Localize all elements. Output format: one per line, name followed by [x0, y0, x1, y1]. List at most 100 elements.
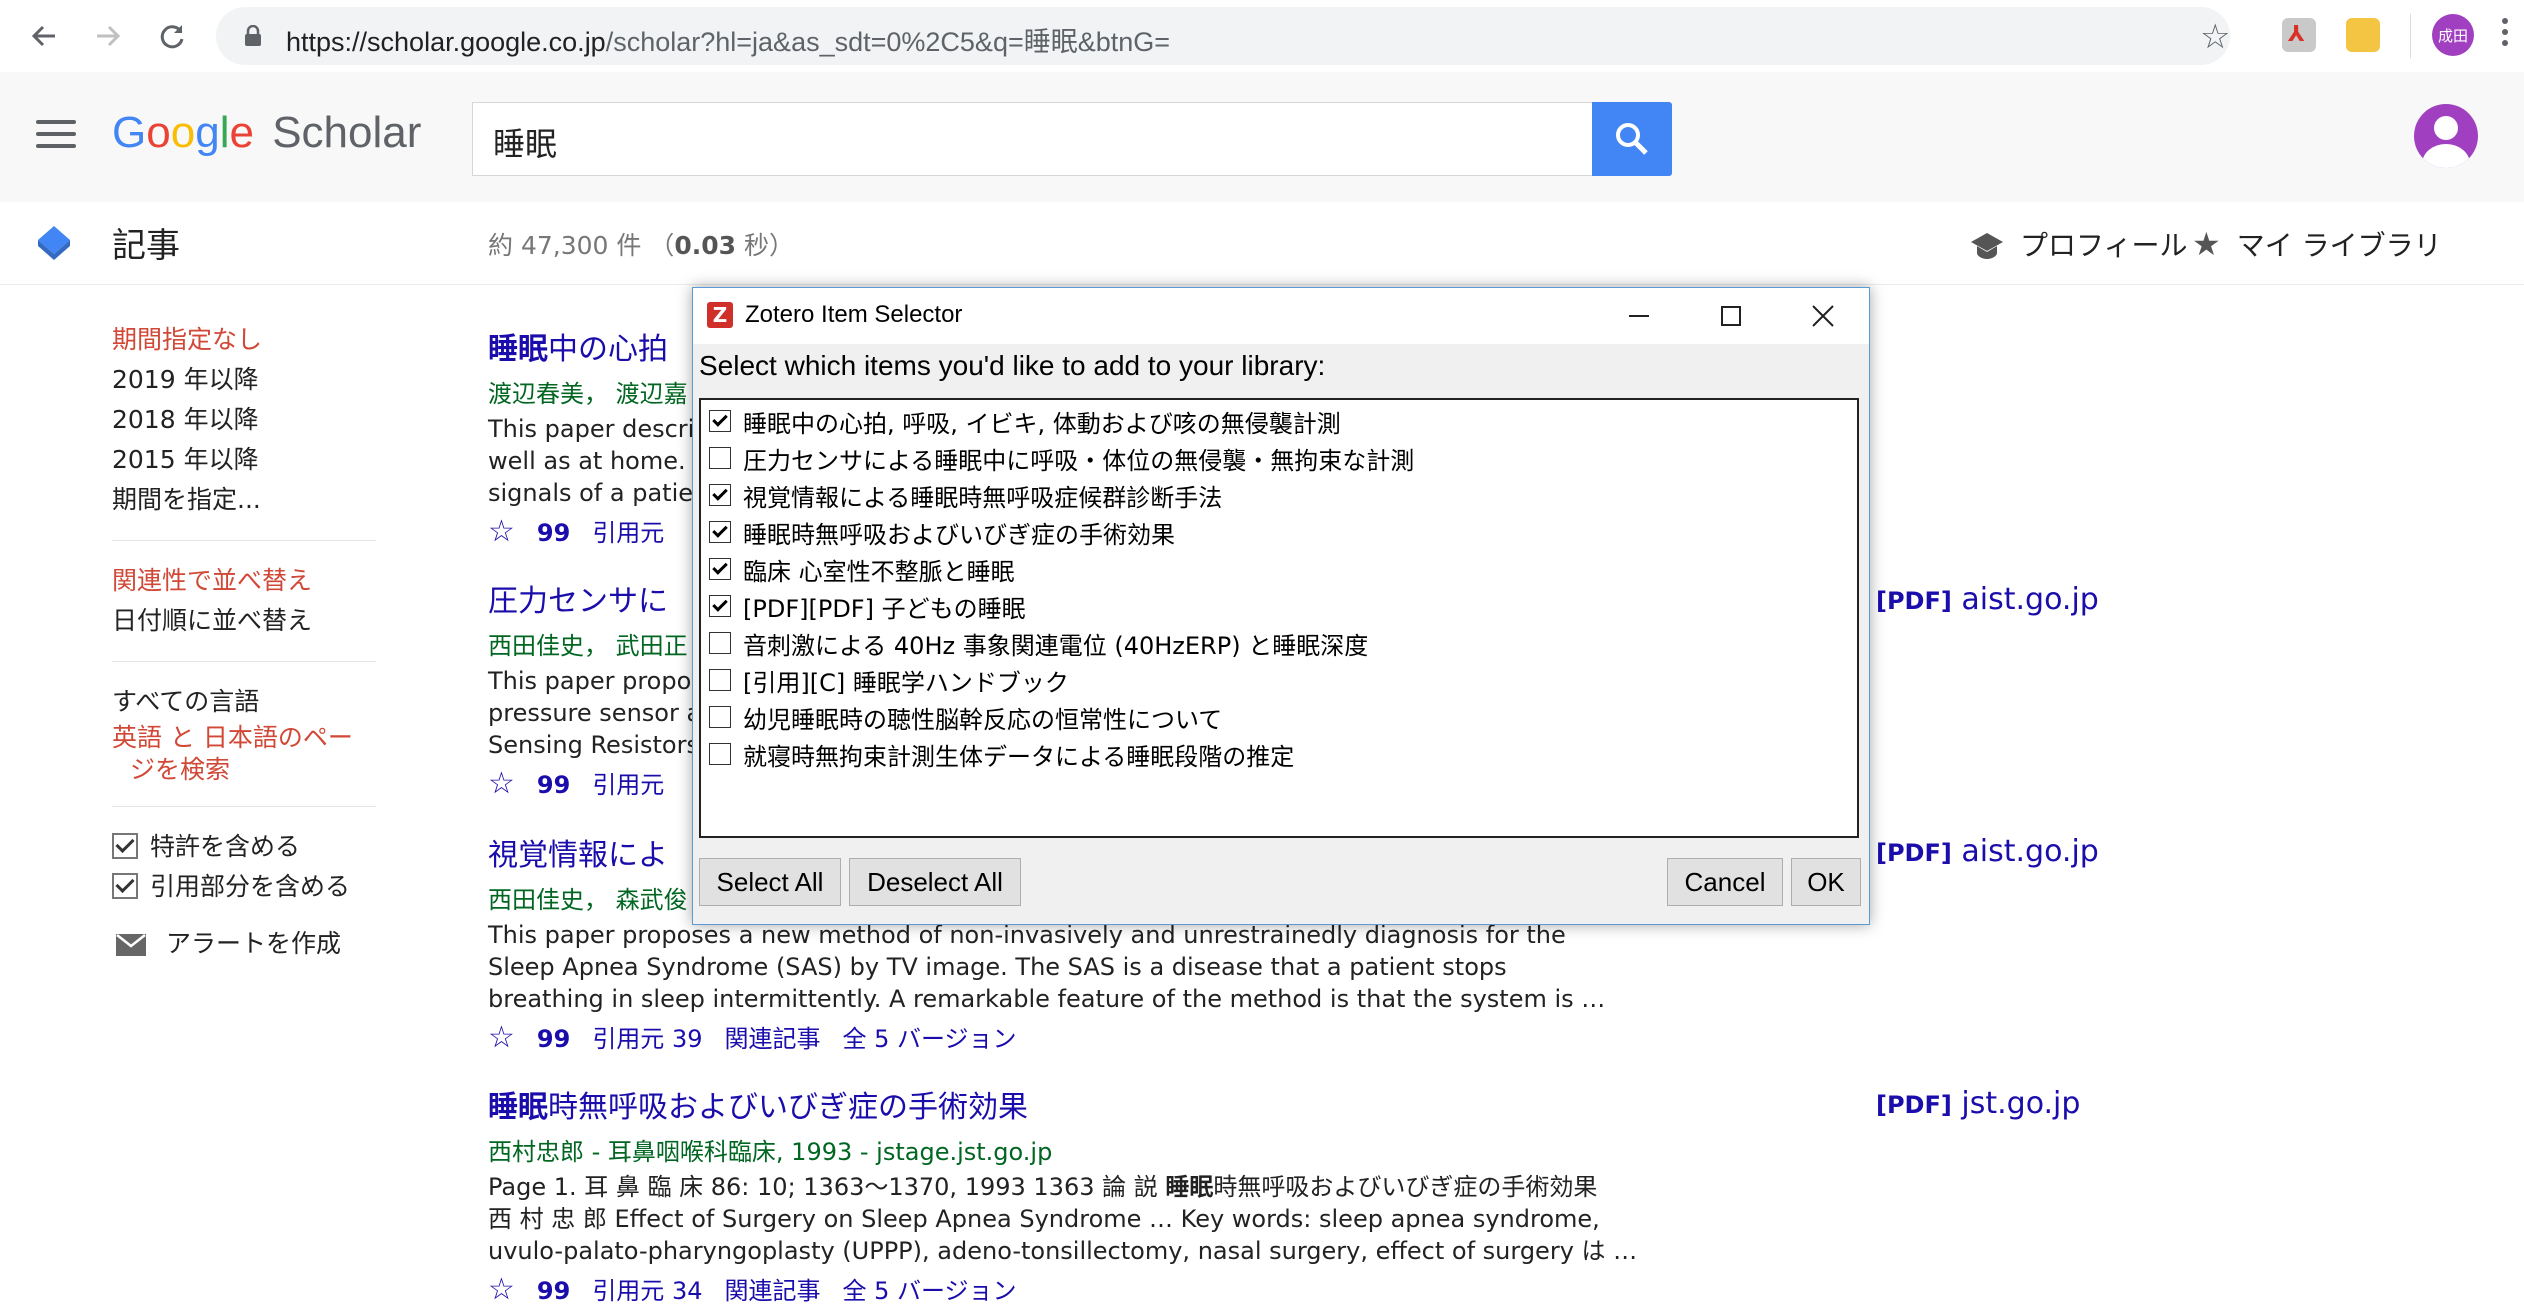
scholar-cap-icon	[38, 226, 70, 260]
list-item[interactable]: 視覚情報による睡眠時無呼吸症候群診断手法	[709, 478, 1222, 512]
search-icon	[1616, 123, 1648, 155]
browser-toolbar: https://scholar.google.co.jp/scholar?hl=…	[0, 0, 2524, 73]
pdf-extension-icon[interactable]: ⅄	[2282, 18, 2316, 52]
item-checkbox[interactable]	[709, 447, 731, 469]
url-text: https://scholar.google.co.jp/scholar?hl=…	[286, 27, 1171, 57]
versions-link[interactable]: 全 5 バージョン	[842, 1025, 1016, 1053]
divider	[112, 661, 376, 662]
cite-quote-icon[interactable]: 99	[537, 1277, 570, 1305]
search-query-text: 睡眠	[493, 125, 558, 163]
list-item[interactable]: 圧力センサによる睡眠中に呼吸・体位の無侵襲・無拘束な計測	[709, 441, 1414, 475]
search-button[interactable]	[1592, 102, 1672, 176]
minimize-icon[interactable]	[1593, 288, 1685, 344]
list-item[interactable]: 睡眠中の心拍, 呼吸, イビキ, 体動および咳の無侵襲計測	[709, 404, 1341, 438]
versions-link[interactable]: 全 5 バージョン	[842, 1277, 1016, 1305]
select-all-button[interactable]: Select All	[699, 858, 841, 906]
item-checkbox[interactable]	[709, 595, 731, 617]
filter-since-2015[interactable]: 2015 年以降	[112, 440, 378, 480]
patents-checkbox[interactable]	[112, 833, 138, 859]
related-articles-link[interactable]: 関連記事	[724, 1025, 820, 1053]
pdf-side-link[interactable]: [PDF] jst.go.jp	[1876, 1086, 2080, 1121]
zotero-item-selector-dialog: Z Zotero Item Selector Select which item…	[692, 287, 1870, 925]
related-articles-link[interactable]: 関連記事	[724, 1277, 820, 1305]
filter-custom-range[interactable]: 期間を指定...	[112, 480, 378, 520]
google-scholar-logo[interactable]: Google Scholar	[112, 108, 421, 158]
envelope-icon	[116, 934, 146, 956]
cite-quote-icon[interactable]: 99	[537, 771, 570, 799]
pdf-side-link[interactable]: [PDF] aist.go.jp	[1876, 582, 2099, 617]
sort-by-relevance[interactable]: 関連性で並べ替え	[112, 561, 378, 601]
language-all[interactable]: すべての言語	[112, 682, 378, 722]
pdf-side-link[interactable]: [PDF] aist.go.jp	[1876, 834, 2099, 869]
item-list[interactable]: 睡眠中の心拍, 呼吸, イビキ, 体動および咳の無侵襲計測 圧力センサによる睡眠…	[699, 398, 1859, 838]
folder-extension-icon[interactable]	[2346, 18, 2380, 52]
filter-since-2019[interactable]: 2019 年以降	[112, 360, 378, 400]
filter-any-time[interactable]: 期間指定なし	[112, 320, 378, 360]
citations-checkbox[interactable]	[112, 873, 138, 899]
my-library-link[interactable]: ★ マイ ライブラリ	[2192, 224, 2442, 264]
account-avatar[interactable]	[2414, 104, 2478, 168]
item-checkbox[interactable]	[709, 669, 731, 691]
section-title: 記事	[112, 226, 180, 266]
list-item[interactable]: 就寝時無拘束計測生体データによる睡眠段階の推定	[709, 737, 1294, 771]
language-en-ja[interactable]: 英語 と 日本語のペー ジを検索	[112, 722, 378, 786]
cited-by-link[interactable]: 引用元	[592, 771, 664, 799]
list-item[interactable]: 臨床 心室性不整脈と睡眠	[709, 552, 1015, 586]
result-actions: ☆ 99 引用元 39 関連記事全 5 バージョン	[488, 1019, 1688, 1055]
item-checkbox[interactable]	[709, 558, 731, 580]
cite-quote-icon[interactable]: 99	[537, 519, 570, 547]
scholar-header: Google Scholar 睡眠	[0, 72, 2524, 202]
address-bar[interactable]: https://scholar.google.co.jp/scholar?hl=…	[216, 7, 2230, 65]
include-citations-option[interactable]: 引用部分を含める	[112, 867, 378, 907]
divider	[112, 806, 376, 807]
hamburger-menu-icon[interactable]	[36, 120, 76, 150]
results-count: 約 47,300 件 （0.03 秒）	[488, 231, 794, 260]
filter-since-2018[interactable]: 2018 年以降	[112, 400, 378, 440]
list-item[interactable]: 睡眠時無呼吸およびいびぎ症の手術効果	[709, 515, 1175, 549]
list-item[interactable]: 音刺激による 40Hz 事象関連電位 (40HzERP) と睡眠深度	[709, 626, 1368, 660]
menu-dots-icon[interactable]	[2502, 18, 2508, 54]
back-arrow-icon[interactable]	[22, 14, 66, 58]
search-input[interactable]: 睡眠	[472, 102, 1594, 176]
list-item[interactable]: [PDF][PDF] 子どもの睡眠	[709, 589, 1026, 623]
save-star-icon[interactable]: ☆	[488, 1020, 515, 1055]
save-star-icon[interactable]: ☆	[488, 766, 515, 801]
profile-link[interactable]: プロフィール	[1970, 224, 2187, 264]
search-result: 睡眠時無呼吸およびいびぎ症の手術効果 西村忠郎 - 耳鼻咽喉科臨床, 1993 …	[488, 1082, 1688, 1307]
cited-by-link[interactable]: 引用元 39	[592, 1025, 702, 1053]
item-checkbox[interactable]	[709, 410, 731, 432]
maximize-icon[interactable]	[1685, 288, 1777, 344]
reload-icon[interactable]	[150, 14, 194, 58]
sort-by-date[interactable]: 日付順に並べ替え	[112, 601, 378, 641]
item-checkbox[interactable]	[709, 632, 731, 654]
results-subheader: 記事 約 47,300 件 （0.03 秒） プロフィール ★ マイ ライブラリ	[0, 202, 2524, 285]
dialog-titlebar[interactable]: Z Zotero Item Selector	[693, 288, 1869, 344]
cited-by-link[interactable]: 引用元	[592, 519, 664, 547]
deselect-all-button[interactable]: Deselect All	[849, 858, 1021, 906]
dialog-title: Zotero Item Selector	[745, 301, 963, 328]
save-star-icon[interactable]: ☆	[488, 514, 515, 549]
save-star-icon[interactable]: ☆	[488, 1272, 515, 1307]
dialog-prompt: Select which items you'd like to add to …	[699, 350, 1326, 381]
list-item[interactable]: [引用][C] 睡眠学ハンドブック	[709, 663, 1069, 697]
create-alert-link[interactable]: アラートを作成	[112, 924, 378, 964]
bookmark-star-icon[interactable]: ☆	[2200, 17, 2230, 57]
item-checkbox[interactable]	[709, 484, 731, 506]
result-title-link[interactable]: 睡眠時無呼吸およびいびぎ症の手術効果	[488, 1082, 1688, 1126]
lock-icon	[245, 25, 261, 46]
ok-button[interactable]: OK	[1791, 858, 1861, 906]
list-item[interactable]: 幼児睡眠時の聴性脳幹反応の恒常性について	[709, 700, 1222, 734]
browser-profile-avatar[interactable]: 成田	[2432, 14, 2474, 56]
star-icon: ★	[2192, 225, 2221, 263]
item-checkbox[interactable]	[709, 743, 731, 765]
item-checkbox[interactable]	[709, 706, 731, 728]
include-patents-option[interactable]: 特許を含める	[112, 827, 378, 867]
cancel-button[interactable]: Cancel	[1667, 858, 1783, 906]
item-checkbox[interactable]	[709, 521, 731, 543]
close-icon[interactable]	[1777, 288, 1869, 344]
forward-arrow-icon[interactable]	[86, 14, 130, 58]
cite-quote-icon[interactable]: 99	[537, 1025, 570, 1053]
divider	[112, 540, 376, 541]
cited-by-link[interactable]: 引用元 34	[592, 1277, 702, 1305]
